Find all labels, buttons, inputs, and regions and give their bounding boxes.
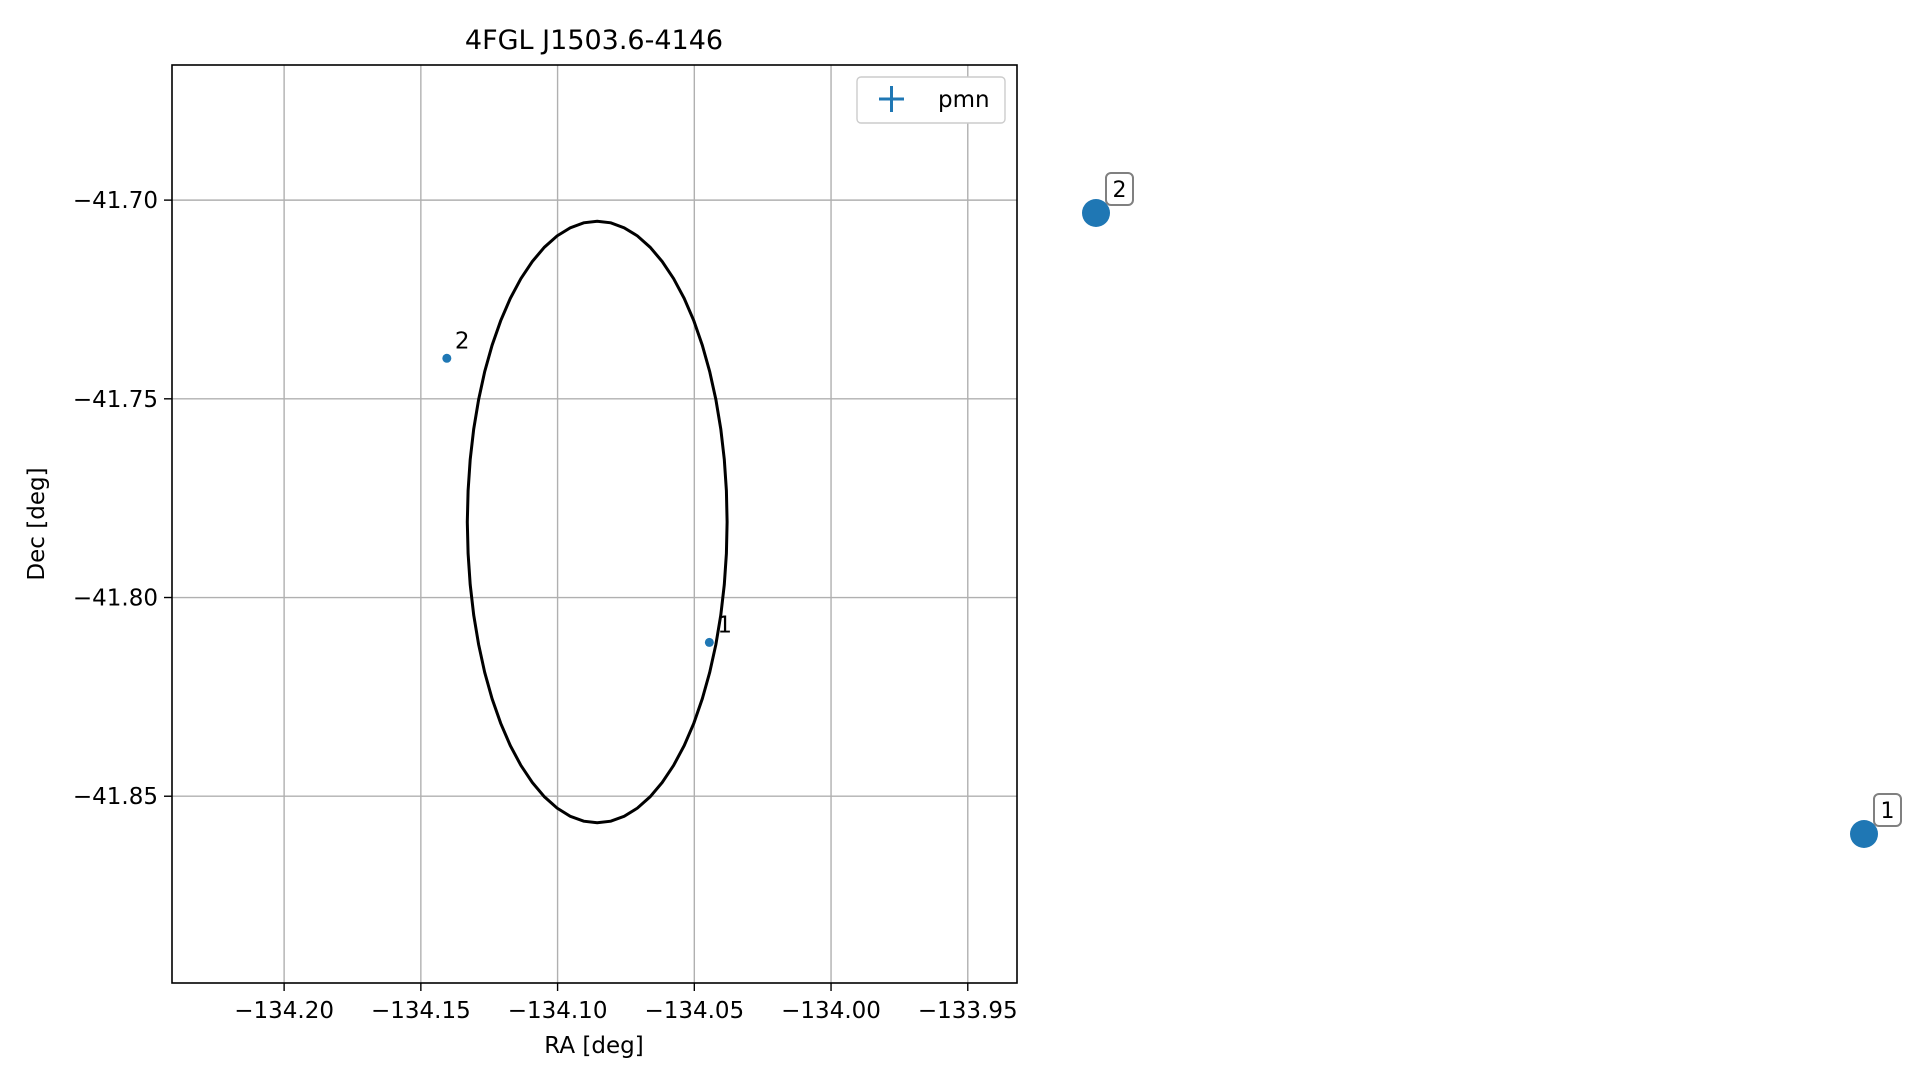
y-axis-label: Dec [deg] bbox=[24, 467, 50, 580]
y-tick-label: −41.80 bbox=[73, 586, 158, 612]
plot-area: 12 bbox=[171, 64, 1018, 984]
chart-title: 4FGL J1503.6-4146 bbox=[465, 25, 723, 56]
outside-marker-1-label: 1 bbox=[1881, 799, 1895, 824]
point-label-2: 2 bbox=[455, 328, 470, 354]
x-tick-label: −134.10 bbox=[508, 998, 608, 1024]
x-axis-ticks: −134.20 −134.15 −134.10 −134.05 −134.00 −133.… bbox=[234, 983, 1018, 1024]
outside-marker-1 bbox=[1850, 820, 1878, 848]
x-tick-label: −134.05 bbox=[644, 998, 744, 1024]
plot-background bbox=[172, 65, 1017, 983]
y-tick-label: −41.75 bbox=[73, 387, 158, 413]
point-label-1: 1 bbox=[717, 612, 732, 638]
legend: pmn bbox=[856, 76, 1006, 124]
x-tick-label: −134.00 bbox=[781, 998, 881, 1024]
legend-label-pmn: pmn bbox=[938, 87, 990, 113]
x-tick-label: −134.15 bbox=[371, 998, 471, 1024]
outside-marker-2 bbox=[1082, 199, 1110, 227]
scatter-point-1 bbox=[704, 637, 714, 647]
outside-marker-2-label: 2 bbox=[1113, 178, 1127, 203]
y-tick-label: −41.70 bbox=[73, 188, 158, 214]
y-tick-label: −41.85 bbox=[73, 784, 158, 810]
outside-markers: 2 1 bbox=[1082, 172, 1902, 848]
x-tick-label: −134.20 bbox=[234, 998, 334, 1024]
y-axis-ticks: −41.70 −41.75 −41.80 −41.85 bbox=[73, 188, 172, 810]
chart-figure: 12 −134.20 −134.15 −134.10 −134.05 −134.00 −1… bbox=[24, 25, 1902, 1059]
x-axis-label: RA [deg] bbox=[544, 1033, 643, 1059]
x-tick-label: −133.95 bbox=[918, 998, 1018, 1024]
scatter-point-2 bbox=[442, 353, 452, 363]
